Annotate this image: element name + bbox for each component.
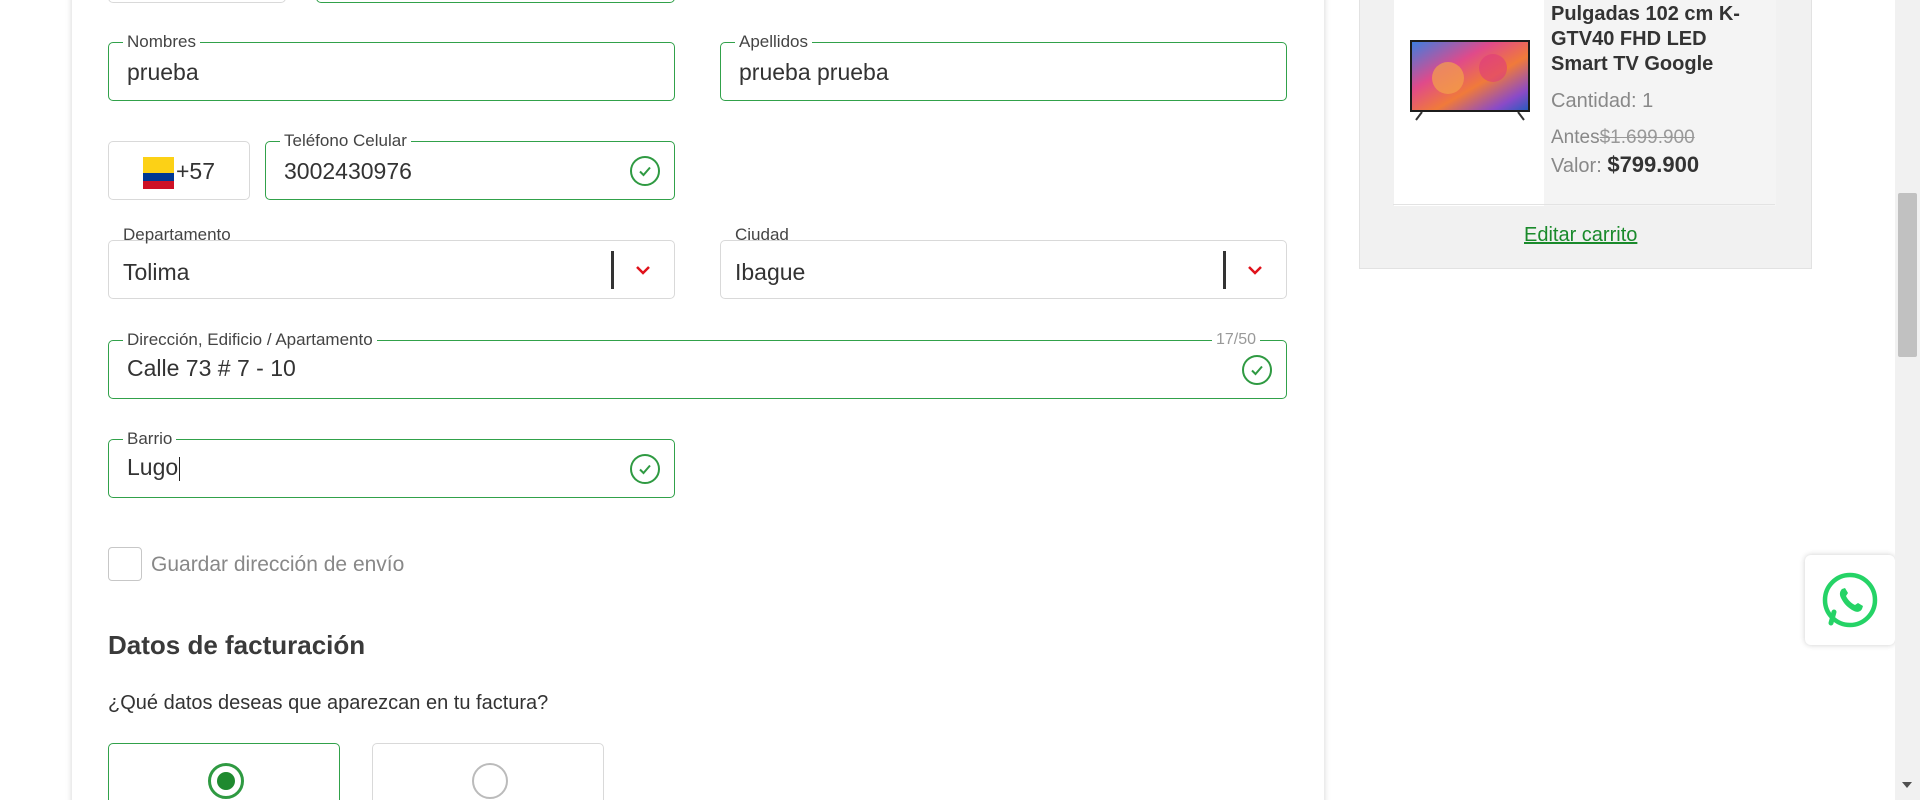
edit-cart-link[interactable]: Editar carrito	[1524, 224, 1637, 247]
save-address-label[interactable]: Guardar dirección de envío	[151, 553, 404, 577]
partial-field-left[interactable]	[108, 0, 286, 3]
price-value: $799.900	[1607, 152, 1700, 177]
select-separator	[1223, 251, 1226, 289]
product-quantity: Cantidad: 1	[1551, 90, 1654, 112]
page-scrollbar[interactable]	[1895, 0, 1920, 800]
save-address-checkbox[interactable]	[108, 547, 142, 581]
direccion-label: Dirección, Edificio / Apartamento	[123, 330, 377, 350]
apellidos-field[interactable]: Apellidos prueba prueba	[720, 32, 1287, 101]
telefono-label: Teléfono Celular	[280, 131, 411, 151]
nombres-label: Nombres	[123, 32, 200, 52]
old-price-value: $1.699.900	[1599, 127, 1695, 148]
direccion-input[interactable]: Calle 73 # 7 - 10	[127, 354, 296, 382]
barrio-input[interactable]: Lugo	[127, 453, 181, 481]
country-code-value: +57	[176, 158, 216, 184]
ciudad-select[interactable]: Ciudad Ibague	[720, 225, 1287, 299]
apellidos-input[interactable]: prueba prueba	[739, 58, 889, 86]
telefono-input[interactable]: 3002430976	[284, 157, 412, 185]
barrio-label: Barrio	[123, 429, 177, 449]
radio-selected[interactable]	[208, 763, 244, 799]
text-caret	[179, 456, 181, 481]
departamento-value: Tolima	[123, 259, 190, 285]
price-label: Valor:	[1551, 155, 1602, 177]
whatsapp-icon	[1822, 572, 1878, 628]
old-price-label: Antes	[1551, 127, 1600, 148]
product-name: Pulgadas 102 cm K-GTV40 FHD LED Smart TV…	[1551, 3, 1740, 75]
radio-unselected[interactable]	[472, 763, 508, 799]
ciudad-value: Ibague	[735, 259, 806, 285]
departamento-select[interactable]: Departamento Tolima	[108, 225, 675, 299]
check-icon	[1242, 355, 1272, 385]
apellidos-label: Apellidos	[735, 32, 812, 52]
partial-field-right[interactable]	[316, 0, 675, 3]
whatsapp-button[interactable]	[1805, 555, 1895, 645]
telefono-field[interactable]: Teléfono Celular 3002430976	[265, 131, 675, 200]
check-icon	[630, 156, 660, 186]
billing-section-title: Datos de facturación	[108, 630, 366, 660]
colombia-flag-icon	[143, 157, 174, 189]
direccion-field[interactable]: Dirección, Edificio / Apartamento 17/50 …	[108, 330, 1287, 399]
product-image-tv	[1410, 40, 1530, 121]
billing-option-card-1[interactable]	[108, 743, 340, 800]
nombres-field[interactable]: Nombres prueba	[108, 32, 675, 101]
scroll-down-arrow-icon[interactable]	[1902, 782, 1912, 788]
product-price: Valor: $799.900	[1551, 152, 1699, 178]
direccion-char-counter: 17/50	[1211, 330, 1260, 350]
chevron-down-icon[interactable]	[1246, 263, 1264, 277]
billing-question: ¿Qué datos deseas que aparezcan en tu fa…	[108, 692, 549, 714]
scrollbar-thumb[interactable]	[1898, 193, 1917, 357]
check-icon	[630, 454, 660, 484]
cart-item-divider	[1393, 204, 1775, 205]
barrio-field[interactable]: Barrio Lugo	[108, 429, 675, 498]
country-code-selector[interactable]: +57	[108, 141, 250, 200]
product-old-price: Antes$1.699.900	[1551, 127, 1695, 149]
barrio-input-text: Lugo	[127, 454, 179, 480]
select-separator	[611, 251, 614, 289]
ciudad-label: Ciudad	[735, 225, 789, 244]
chevron-down-icon[interactable]	[634, 263, 652, 277]
billing-option-card-2[interactable]	[372, 743, 604, 800]
shipping-form-card	[72, 0, 1324, 800]
departamento-label: Departamento	[123, 225, 231, 244]
nombres-input[interactable]: prueba	[127, 58, 199, 86]
